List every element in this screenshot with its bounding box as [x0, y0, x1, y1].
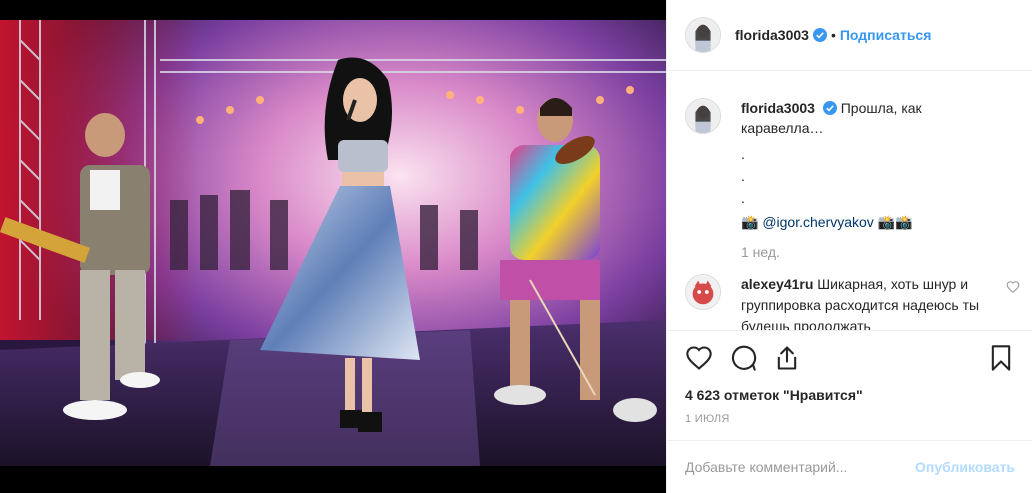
header-separator: • [830, 27, 836, 43]
post-date[interactable]: 1 ИЮЛЯ [685, 413, 1015, 425]
bookmark-icon[interactable] [987, 344, 1015, 372]
post-sidebar: florida3003 • Подписаться florida3003 Пр… [666, 0, 1032, 493]
caption-text-line1: Прошла, как [840, 100, 922, 116]
instagram-post: florida3003 • Подписаться florida3003 Пр… [0, 0, 1032, 493]
heart-icon[interactable] [685, 344, 713, 372]
heart-small-icon[interactable] [1006, 280, 1020, 294]
follow-button[interactable]: Подписаться [840, 27, 932, 43]
post-header: florida3003 • Подписаться [667, 0, 1032, 71]
camera-emoji: 📸📸 [877, 214, 913, 230]
comment-item: alexey41ru Шикарная, хоть шнур и группир… [685, 274, 1020, 330]
verified-icon [822, 101, 837, 115]
author-username[interactable]: florida3003 [735, 27, 809, 43]
verified-icon [812, 28, 827, 42]
caption: florida3003 Прошла, как каравелла… . . .… [685, 98, 1015, 262]
comment-body: alexey41ru Шикарная, хоть шнур и группир… [741, 274, 1015, 330]
media-letterbox-bottom [0, 466, 666, 493]
commenter-avatar[interactable] [685, 274, 721, 310]
caption-dot: . [741, 146, 745, 162]
caption-username[interactable]: florida3003 [741, 100, 815, 116]
comment-input[interactable] [685, 459, 916, 475]
action-icons [685, 343, 1015, 373]
post-media[interactable] [0, 0, 666, 493]
add-comment-bar: Опубликовать [667, 440, 1032, 493]
likes-count[interactable]: 4 623 отметок "Нравится" [685, 387, 1015, 403]
caption-dot: . [741, 168, 745, 184]
share-icon[interactable] [773, 344, 801, 372]
post-actions: 4 623 отметок "Нравится" 1 ИЮЛЯ [667, 330, 1032, 440]
publish-button[interactable]: Опубликовать [915, 459, 1015, 475]
author-avatar[interactable] [685, 17, 721, 53]
caption-text-line2: каравелла… [741, 120, 824, 136]
camera-emoji: 📸 [741, 214, 759, 230]
media-letterbox-top [0, 0, 666, 20]
comments-section: florida3003 Прошла, как каравелла… . . .… [667, 72, 1032, 330]
caption-avatar[interactable] [685, 98, 721, 134]
caption-time-ago[interactable]: 1 нед. [741, 242, 1015, 262]
commenter-username[interactable]: alexey41ru [741, 276, 813, 292]
caption-body: florida3003 Прошла, как каравелла… . . .… [741, 98, 1015, 262]
caption-mention[interactable]: @igor.chervyakov [762, 214, 873, 230]
caption-dot: . [741, 190, 745, 206]
comment-icon[interactable] [729, 344, 757, 372]
post-photo[interactable] [0, 20, 666, 466]
